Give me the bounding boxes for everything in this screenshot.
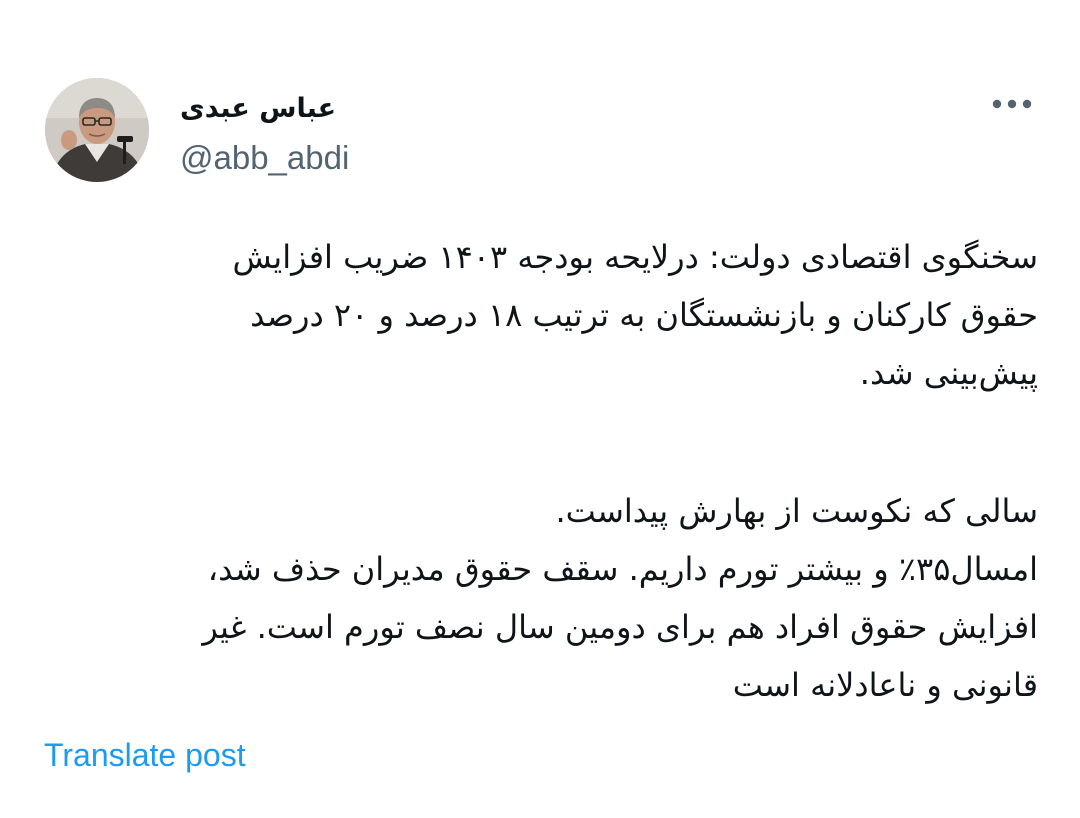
tweet-text-line: حقوق کارکنان و بازنشستگان به ترتیب ۱۸ در… bbox=[250, 296, 1038, 334]
tweet-text-line: سالی که نکوست از بهارش پیداست. bbox=[555, 492, 1039, 530]
tweet-text-line: پیش‌بینی شد. bbox=[859, 354, 1038, 392]
tweet-paragraph: سالی که نکوست از بهارش پیداست. امسال۳۵٪ … bbox=[60, 482, 1038, 714]
author-display-name[interactable]: عباس عبدی bbox=[180, 92, 336, 126]
tweet-text-line: قانونی و ناعادلانه است bbox=[732, 666, 1038, 704]
profile-photo bbox=[45, 78, 149, 182]
tweet-text-line: افزایش حقوق افراد هم برای دومین سال نصف … bbox=[202, 608, 1038, 646]
tweet-text-line: امسال۳۵٪ و بیشتر تورم داریم. سقف حقوق مد… bbox=[207, 550, 1038, 588]
tweet-paragraph: سخنگوی اقتصادی دولت: درلایحه بودجه ۱۴۰۳ … bbox=[60, 228, 1038, 402]
avatar[interactable] bbox=[45, 78, 149, 182]
more-horizontal-icon bbox=[992, 99, 1032, 109]
author-handle[interactable]: @abb_abdi bbox=[180, 138, 349, 178]
more-options-button[interactable] bbox=[986, 86, 1038, 122]
translate-post-link[interactable]: Translate post bbox=[44, 735, 246, 775]
tweet-text-line: سخنگوی اقتصادی دولت: درلایحه بودجه ۱۴۰۳ … bbox=[232, 238, 1038, 276]
